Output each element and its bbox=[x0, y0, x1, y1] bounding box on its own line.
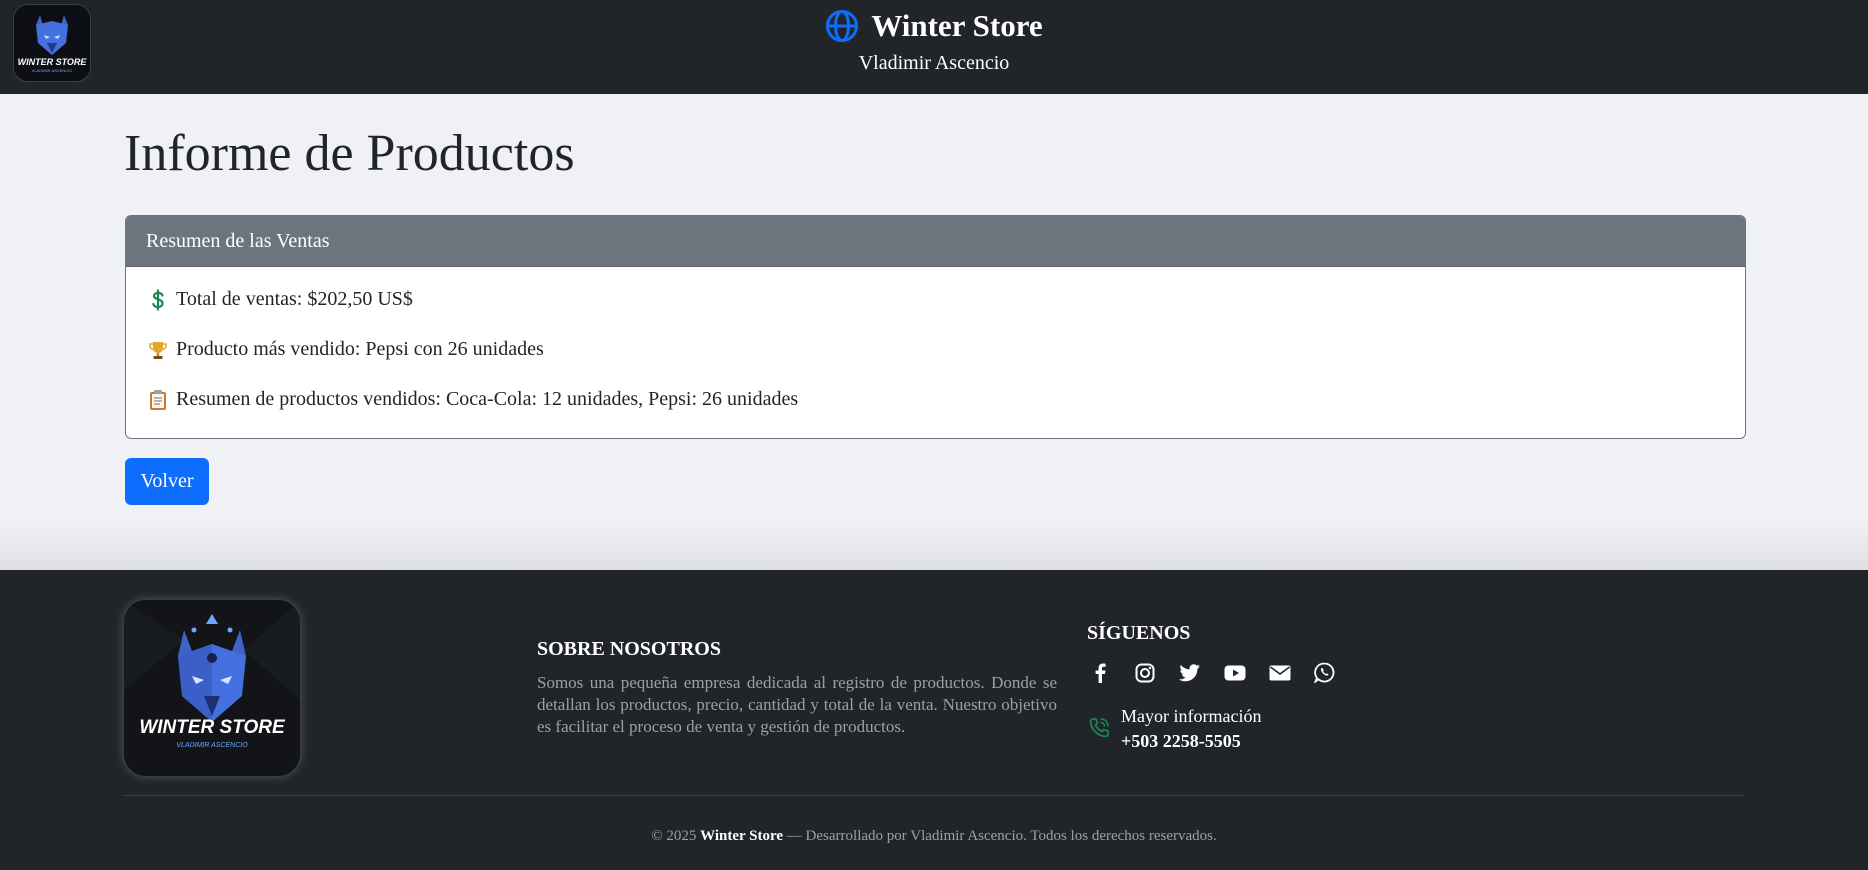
total-sales-text: Total de ventas: $202,50 US$ bbox=[176, 288, 413, 310]
card-header: Resumen de las Ventas bbox=[126, 216, 1745, 267]
copyright-brand: Winter Store bbox=[700, 828, 784, 844]
copyright-prefix: © 2025 bbox=[651, 828, 697, 844]
email-icon[interactable] bbox=[1267, 660, 1292, 685]
trophy-icon bbox=[148, 339, 168, 361]
brand-subtitle: Vladimir Ascencio bbox=[858, 52, 1010, 74]
footer-shadow bbox=[0, 520, 1868, 570]
copyright-suffix: — Desarrollado por Vladimir Ascencio. To… bbox=[786, 828, 1217, 844]
brand: Winter Store Vladimir Ascencio bbox=[0, 8, 1868, 75]
instagram-icon[interactable] bbox=[1132, 660, 1157, 685]
sales-summary-card: Resumen de las Ventas Total de ventas: $… bbox=[125, 215, 1746, 439]
footer-logo-subtext: VLADIMIR ASCENCIO bbox=[176, 742, 248, 749]
best-seller-text: Producto más vendido: Pepsi con 26 unida… bbox=[176, 338, 544, 360]
footer: WINTER STORE VLADIMIR ASCENCIO SOBRE NOS… bbox=[0, 570, 1868, 870]
whatsapp-icon[interactable] bbox=[1312, 660, 1337, 685]
globe-icon bbox=[826, 10, 859, 42]
copyright: © 2025 Winter Store — Desarrollado por V… bbox=[0, 828, 1868, 845]
youtube-icon[interactable] bbox=[1222, 660, 1247, 685]
best-seller-row: Producto más vendido: Pepsi con 26 unida… bbox=[148, 338, 544, 361]
footer-divider bbox=[124, 795, 1744, 796]
about-text: Somos una pequeña empresa dedicada al re… bbox=[537, 673, 1057, 736]
footer-logo: WINTER STORE VLADIMIR ASCENCIO bbox=[124, 600, 300, 776]
brand-title[interactable]: Winter Store bbox=[871, 8, 1042, 44]
info-label: Mayor información bbox=[1121, 706, 1262, 726]
total-sales-row: Total de ventas: $202,50 US$ bbox=[148, 288, 413, 311]
clipboard-icon bbox=[148, 389, 168, 411]
products-summary-row: Resumen de productos vendidos: Coca-Cola… bbox=[148, 388, 798, 411]
page-title: Informe de Productos bbox=[124, 125, 575, 182]
info-phone[interactable]: +503 2258-5505 bbox=[1121, 731, 1241, 752]
back-button[interactable]: Volver bbox=[125, 458, 209, 505]
facebook-icon[interactable] bbox=[1087, 660, 1112, 685]
footer-logo-text: WINTER STORE bbox=[139, 717, 285, 738]
about-title: SOBRE NOSOTROS bbox=[537, 638, 721, 660]
social-links bbox=[1087, 660, 1337, 685]
top-navbar: WINTER STORE VLADIMIR ASCENCIO Winter St… bbox=[0, 0, 1868, 94]
wolf-logo-icon bbox=[124, 600, 300, 776]
phone-icon bbox=[1087, 716, 1111, 740]
follow-title: SÍGUENOS bbox=[1087, 622, 1191, 644]
products-summary-text: Resumen de productos vendidos: Coca-Cola… bbox=[176, 388, 799, 410]
dollar-icon bbox=[148, 288, 168, 311]
twitter-icon[interactable] bbox=[1177, 660, 1202, 685]
